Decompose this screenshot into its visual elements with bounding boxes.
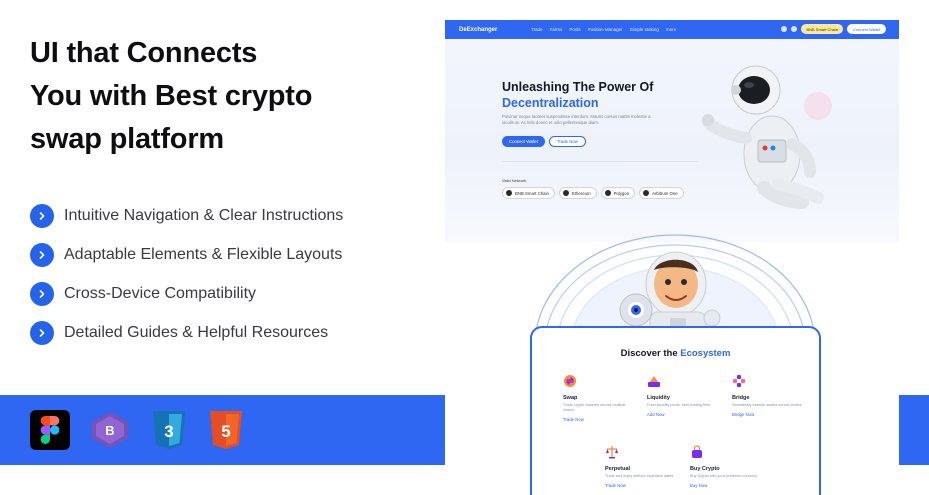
ecosystem-item-desc: Seamlessly transfer assets across chains: [732, 403, 802, 407]
chevron-right-icon: [30, 242, 54, 267]
headline-line-1: UI that Connects: [30, 37, 258, 69]
ecosystem-item-name: Swap: [563, 395, 578, 401]
trade-now-link[interactable]: Trade Now: [605, 483, 675, 488]
chevron-right-icon: [30, 320, 54, 345]
bootstrap-icon: B: [88, 410, 128, 450]
network-chip-arbitrum[interactable]: Arbitrum One: [639, 187, 684, 199]
ecosystem-item-perpetual: Perpetual Trade and enjoy without expira…: [605, 445, 675, 488]
feature-item: Detailed Guides & Helpful Resources: [30, 313, 343, 352]
nav-link-more[interactable]: more: [666, 27, 676, 32]
bnb-icon: [506, 190, 512, 196]
bridge-now-link[interactable]: Bridge Now: [732, 412, 802, 417]
ecosystem-item-desc: Buy Crypto with your preferred currency: [690, 474, 758, 478]
headline: UI that Connects You with Best crypto sw…: [30, 32, 430, 161]
chevron-right-icon: [30, 203, 54, 228]
hero-title-line-1: Unleashing The Power Of: [502, 80, 654, 94]
network-chip-bnb[interactable]: BNB Smart Chain: [502, 187, 555, 199]
ecosystem-item-liquidity: Liquidity Fund liquidity pools, earn tra…: [647, 374, 717, 417]
ecosystem-item-name: Liquidity: [647, 395, 670, 401]
mockup-navbar: DeExchanger Trade Farms Pools Position M…: [445, 20, 899, 39]
figma-icon: [30, 410, 70, 450]
ecosystem-item-buy-crypto: Buy Crypto Buy Crypto with your preferre…: [690, 445, 760, 488]
chevron-right-icon: [30, 281, 54, 306]
ecosystem-item-desc: Trade and enjoy without expiration dates: [605, 474, 674, 478]
astronaut-illustration: [702, 65, 832, 209]
buy-now-link[interactable]: Buy Now: [690, 483, 760, 488]
swap-icon: [564, 375, 576, 387]
svg-text:3: 3: [164, 422, 173, 441]
nav-link-farms[interactable]: Farms: [550, 27, 563, 32]
nav-link-simple-staking[interactable]: Simple staking: [630, 27, 659, 32]
connect-wallet-button[interactable]: Connect Wallet: [502, 136, 545, 147]
nav-link-pools[interactable]: Pools: [569, 27, 580, 32]
network-name: BNB Smart Chain: [515, 190, 549, 196]
nav-link-trade[interactable]: Trade: [531, 27, 543, 32]
hero-title: Unleashing The Power Of Decentralization: [502, 79, 653, 111]
trade-now-button[interactable]: Trade Now: [548, 136, 586, 147]
nav-link-position-manager[interactable]: Position Manager: [588, 27, 623, 32]
ethereum-icon: [562, 190, 569, 196]
shopping-bag-icon: [692, 445, 702, 458]
ecosystem-item-name: Bridge: [732, 395, 750, 401]
ecosystem-card: Discover the Ecosystem Swap Trade crypto…: [530, 326, 821, 495]
network-list: BNB Smart Chain Ethereum Polygon Arbitru…: [502, 187, 684, 199]
liquidity-icon: [648, 376, 660, 387]
feature-label: Detailed Guides & Helpful Resources: [64, 323, 329, 341]
globe-icon[interactable]: [791, 26, 798, 32]
network-label: Valid Network: [502, 178, 527, 183]
chain-select-button[interactable]: BNB Smart Chain: [801, 24, 844, 34]
network-chip-polygon[interactable]: Polygon: [600, 187, 636, 199]
arbitrum-icon: [643, 190, 650, 196]
network-name: Arbitrum One: [652, 190, 678, 196]
feature-label: Intuitive Navigation & Clear Instruction…: [64, 206, 344, 224]
ecosystem-item-name: Buy Crypto: [690, 466, 720, 472]
ecosystem-item-desc: Fund liquidity pools, earn trading fees: [647, 403, 711, 407]
ecosystem-title-prefix: Discover the: [620, 348, 678, 359]
mockup-brand[interactable]: DeExchanger: [459, 27, 531, 33]
svg-text:5: 5: [221, 422, 230, 441]
network-name: Ethereum: [571, 190, 591, 196]
add-now-link[interactable]: Add Now: [647, 412, 717, 417]
connect-wallet-nav-button[interactable]: Connect Wallet: [847, 24, 886, 34]
trade-now-link[interactable]: Trade Now: [563, 417, 633, 422]
network-chip-ethereum[interactable]: Ethereum: [558, 187, 597, 199]
hero-buttons: Connect Wallet Trade Now: [502, 136, 586, 147]
feature-item: Adaptable Elements & Flexible Layouts: [30, 235, 343, 274]
polygon-icon: [604, 190, 611, 196]
feature-item: Intuitive Navigation & Clear Instruction…: [30, 196, 343, 235]
html5-icon: 5: [207, 410, 247, 450]
css3-icon: 3: [150, 410, 190, 450]
ecosystem-title-accent: Ecosystem: [680, 348, 731, 359]
mockup-nav-links: Trade Farms Pools Position Manager Simpl…: [531, 27, 676, 32]
headline-line-3: swap platform: [30, 123, 224, 155]
mockup-nav-actions: BNB Smart Chain Connect Wallet: [781, 24, 886, 34]
ecosystem-item-bridge: Bridge Seamlessly transfer assets across…: [732, 374, 802, 417]
feature-item: Cross-Device Compatibility: [30, 274, 343, 313]
hero-description: Pulvinar neque laoreet suspendisse inter…: [502, 114, 651, 125]
bridge-icon: [733, 375, 745, 387]
tech-band-edge: [899, 395, 929, 465]
scale-icon: [606, 446, 618, 459]
feature-list: Intuitive Navigation & Clear Instruction…: [30, 196, 343, 352]
hero-divider: [502, 161, 698, 162]
network-name: Polygon: [613, 190, 630, 196]
ecosystem-title: Discover the Ecosystem: [532, 348, 819, 359]
feature-label: Adaptable Elements & Flexible Layouts: [64, 245, 343, 263]
svg-text:B: B: [105, 423, 114, 438]
hero-title-line-2: Decentralization: [502, 96, 599, 110]
ecosystem-item-name: Perpetual: [605, 466, 631, 472]
ecosystem-item-desc: Trade crypto instantly across multiple c…: [563, 403, 626, 412]
ecosystem-item-swap: Swap Trade crypto instantly across multi…: [563, 374, 633, 422]
settings-icon[interactable]: [781, 26, 788, 32]
headline-line-2: You with Best crypto: [30, 80, 313, 112]
feature-label: Cross-Device Compatibility: [64, 284, 257, 302]
